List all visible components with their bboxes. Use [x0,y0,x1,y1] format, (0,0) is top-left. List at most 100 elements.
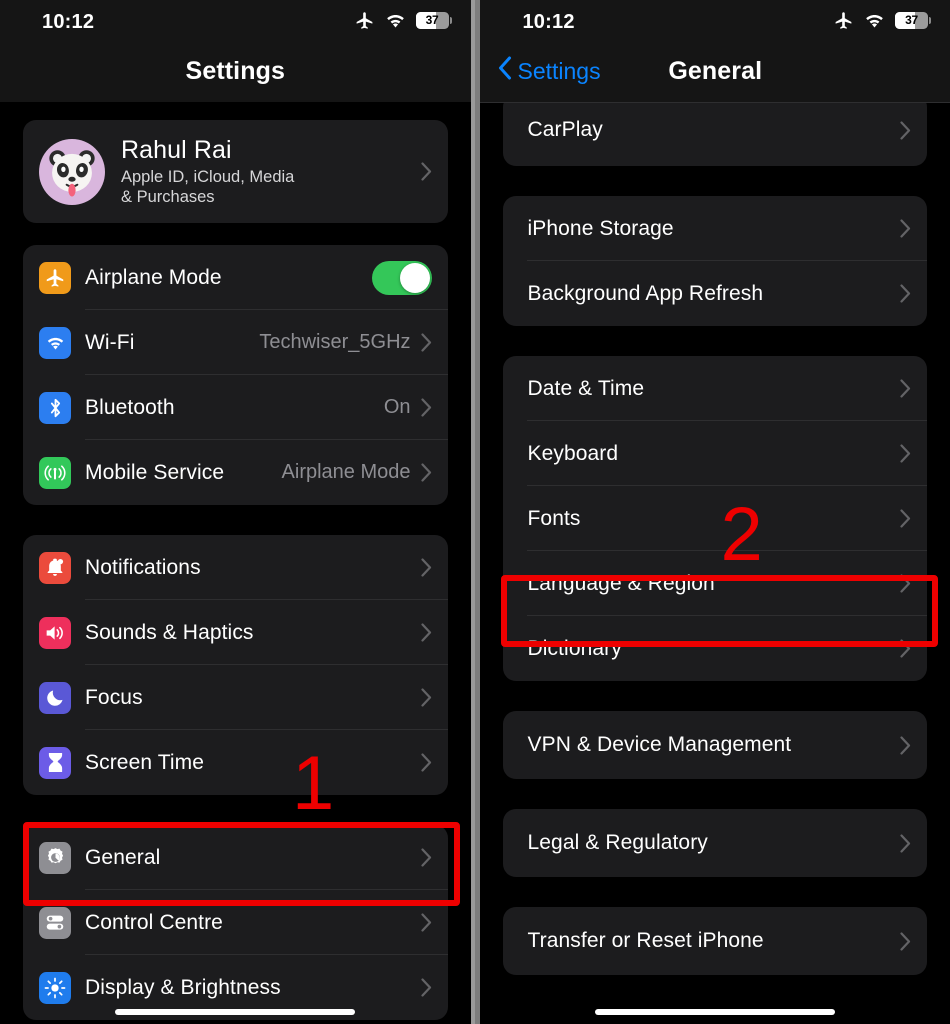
general-scroll-view[interactable]: CarPlay iPhone Storage Background App Re… [480,102,950,1024]
back-button[interactable]: Settings [498,56,601,86]
toggle-knob [399,262,430,293]
account-subtitle-line-1: Apple ID, iCloud, Media [121,168,295,186]
carplay-group: CarPlay [480,102,950,166]
settings-row-dictionary[interactable]: Dictionary [503,616,927,681]
row-label: Control Centre [85,910,223,934]
row-label: Display & Brightness [85,975,281,999]
row-label: General [85,845,161,869]
settings-row-iphone-storage[interactable]: iPhone Storage [503,196,927,261]
settings-row-wifi[interactable]: Wi-Fi Techwiser_5GHz [23,310,448,375]
alerts-group: Notifications Sounds & Haptics Focus Scr… [23,535,448,795]
chevron-right-icon [420,913,432,932]
home-indicator [595,1009,836,1015]
panel-divider [470,0,476,1024]
settings-row-mobile-service[interactable]: Mobile Service Airplane Mode [23,440,448,505]
settings-row-legal-regulatory[interactable]: Legal & Regulatory [503,809,927,877]
settings-row-keyboard[interactable]: Keyboard [503,421,927,486]
settings-row-vpn-device-management[interactable]: VPN & Device Management [503,711,927,779]
settings-row-date-time[interactable]: Date & Time [503,356,927,421]
settings-row-language-region[interactable]: Language & Region [503,551,927,616]
settings-row-airplane-mode[interactable]: Airplane Mode [23,245,448,310]
settings-row-sounds-haptics[interactable]: Sounds & Haptics [23,600,448,665]
battery-nub [449,17,452,24]
settings-row-control-centre[interactable]: Control Centre [23,890,448,955]
chevron-right-icon [900,931,911,951]
row-label: Dictionary [527,636,622,660]
speaker-icon [39,616,71,649]
row-label: Mobile Service [85,460,225,484]
airplane-mode-icon [833,10,854,31]
wifi-icon [384,12,407,29]
chevron-right-icon [420,688,432,707]
settings-row-notifications[interactable]: Notifications [23,535,448,600]
row-label: CarPlay [527,118,603,141]
chevron-right-icon [900,284,911,303]
chevron-right-icon [420,333,432,352]
status-bar-time: 10:12 [522,11,575,33]
settings-row-general[interactable]: General [23,825,448,890]
storage-group: iPhone Storage Background App Refresh [503,196,927,326]
settings-row-background-app-refresh[interactable]: Background App Refresh [503,261,927,326]
row-label: Transfer or Reset iPhone [527,929,764,952]
settings-row-bluetooth[interactable]: Bluetooth On [23,375,448,440]
row-label: Screen Time [85,750,204,774]
system-group: General Control Centre Display & Brightn… [23,825,448,1020]
row-value: On [383,396,411,418]
row-label: iPhone Storage [527,216,674,240]
airplane-mode-icon [354,10,375,31]
vpn-group: VPN & Device Management [503,711,927,779]
row-label: Wi-Fi [85,330,135,354]
battery-indicator: 37 [415,12,452,29]
sliders-icon [39,906,71,939]
page-title: General [668,56,763,85]
airplane-mode-toggle[interactable] [371,260,432,295]
row-label: Focus [85,685,143,709]
chevron-right-icon [900,120,911,140]
battery-indicator: 37 [895,12,931,29]
row-label: Background App Refresh [527,281,764,305]
settings-scroll-view[interactable]: Rahul Rai Apple ID, iCloud, Media & Purc… [0,102,471,1024]
chevron-right-icon [900,219,911,238]
dual-screenshot-root: 10:12 37 Settings Rahul Rai Apple ID, iC… [0,0,950,1024]
chevron-right-icon [420,558,432,577]
reset-group: Transfer or Reset iPhone [503,907,927,975]
account-subtitle-line-2: & Purchases [121,188,215,206]
chevron-right-icon [900,444,911,463]
chevron-right-icon [420,162,432,181]
row-label: Bluetooth [85,395,175,419]
row-label: Legal & Regulatory [527,831,708,854]
brightness-icon [39,971,71,1004]
settings-row-carplay[interactable]: CarPlay [503,102,927,166]
chevron-right-icon [900,833,911,853]
chevron-right-icon [420,398,432,417]
row-label: Notifications [85,555,201,579]
settings-row-screen-time[interactable]: Screen Time [23,730,448,795]
chevron-right-icon [900,509,911,528]
row-value: Airplane Mode [281,461,411,483]
apple-id-row[interactable]: Rahul Rai Apple ID, iCloud, Media & Purc… [23,120,448,223]
chevron-right-icon [420,848,432,867]
battery-level-text: 37 [905,13,918,27]
settings-row-focus[interactable]: Focus [23,665,448,730]
row-label: Sounds & Haptics [85,620,254,644]
locale-group: Date & Time Keyboard Fonts Language & Re… [503,356,927,681]
settings-row-fonts[interactable]: Fonts [503,486,927,551]
gear-icon [39,841,71,874]
settings-row-transfer-reset-iphone[interactable]: Transfer or Reset iPhone [503,907,927,975]
row-value: Techwiser_5GHz [259,331,411,353]
chevron-left-icon [498,56,512,86]
status-bar-time: 10:12 [42,11,95,33]
bell-icon [39,551,71,584]
nav-bar: Settings [0,40,471,102]
chevron-right-icon [420,623,432,642]
wifi-icon [39,326,71,359]
right-phone-screen: 10:12 37 Settings General CarPlay iPhone… [480,0,950,1024]
